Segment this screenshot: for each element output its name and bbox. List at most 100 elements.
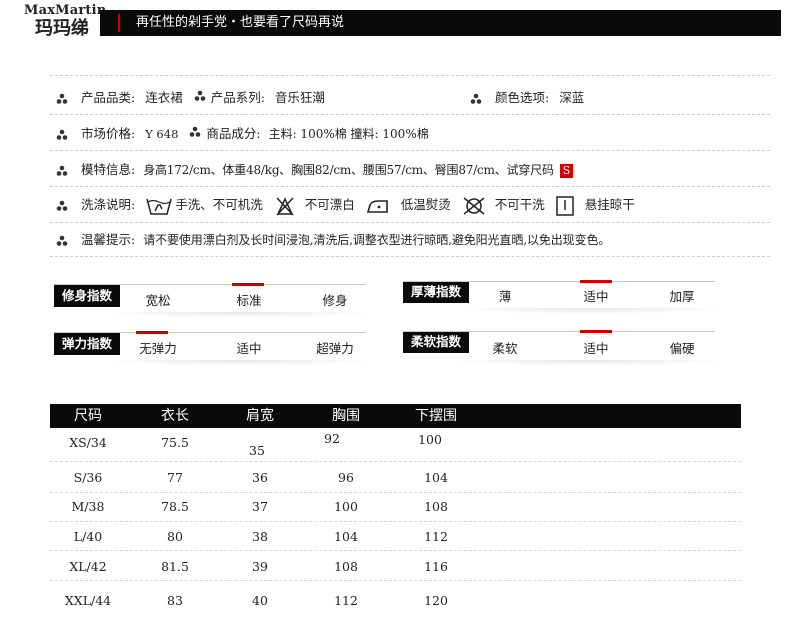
table-row-divider xyxy=(50,521,741,522)
divider xyxy=(50,256,770,257)
no-machine-wash-icon xyxy=(273,195,297,217)
thickness-index-marker xyxy=(580,280,612,283)
table-cell: L/40 xyxy=(73,529,103,544)
softness-index-label: 柔软指数 xyxy=(403,331,470,353)
table-cell: 112 xyxy=(334,593,358,608)
thickness-option-thick: 加厚 xyxy=(669,289,695,304)
table-cell: 39 xyxy=(252,559,268,574)
composition-label: 商品成分: xyxy=(206,126,261,141)
table-cell: 116 xyxy=(424,559,448,574)
wash-item-low-iron: 低温熨烫 xyxy=(400,197,451,212)
fit-index-label: 修身指数 xyxy=(54,285,121,307)
fit-option-standard: 标准 xyxy=(236,293,262,308)
fit-index-marker xyxy=(232,283,264,286)
col-size: 尺码 xyxy=(74,408,102,424)
series-label: 产品系列: xyxy=(210,90,265,105)
composition-value: 主料: 100%棉 撞料: 100%棉 xyxy=(268,127,429,141)
thickness-index-line xyxy=(403,281,715,282)
softness-option-stiff: 偏硬 xyxy=(669,341,695,356)
table-cell: 104 xyxy=(334,529,358,544)
model-size-badge: S xyxy=(559,163,574,178)
category-label: 产品品类: xyxy=(80,90,136,105)
clover-icon xyxy=(55,128,69,142)
table-cell: 92 xyxy=(324,431,340,446)
softness-shadow xyxy=(450,360,730,366)
table-cell: 75.5 xyxy=(161,435,189,450)
stretch-option-none: 无弹力 xyxy=(139,341,177,356)
tips-value: 请不要使用漂白剂及长时间浸泡,清洗后,调整衣型进行晾晒,避免阳光直晒,以免出现变… xyxy=(143,233,611,247)
fit-shadow xyxy=(100,312,380,318)
info-row-tips: 温馨提示: 请不要使用漂白剂及长时间浸泡,清洗后,调整衣型进行晾晒,避免阳光直晒… xyxy=(55,230,610,250)
color-value: 深蓝 xyxy=(559,90,585,105)
info-row-model: 模特信息: 身高172/cm、体重48/kg、胸围82/cm、腰围57/cm、臀… xyxy=(55,160,574,180)
col-shoulder: 肩宽 xyxy=(246,408,274,424)
hang-dry-icon xyxy=(555,195,575,217)
softness-index-line xyxy=(403,331,715,332)
table-row-divider xyxy=(50,580,741,581)
table-cell: 96 xyxy=(338,470,354,485)
brand-name-cn: 玛玛绨 xyxy=(35,18,89,39)
stretch-index-marker xyxy=(136,331,168,334)
info-row-price: 市场价格: Y 648 商品成分: 主料: 100%棉 撞料: 100%棉 xyxy=(55,124,429,144)
wash-item-hand: 手洗、不可机洗 xyxy=(175,197,263,212)
clover-icon xyxy=(188,125,202,145)
wash-item-no-dry-clean: 不可干洗 xyxy=(494,197,545,212)
table-row-divider xyxy=(50,550,741,551)
table-cell: 100 xyxy=(334,499,358,514)
fit-option-loose: 宽松 xyxy=(145,293,171,308)
table-cell: 108 xyxy=(424,499,448,514)
info-row-wash: 洗涤说明: 手洗、不可机洗 不可漂白 低温熨烫 不可干洗 悬挂晾干 xyxy=(55,194,635,216)
divider xyxy=(50,75,770,76)
table-cell: 81.5 xyxy=(161,559,189,574)
table-cell: 78.5 xyxy=(161,499,189,514)
col-bust: 胸围 xyxy=(332,408,360,424)
divider xyxy=(50,186,770,187)
table-cell: 38 xyxy=(252,529,268,544)
color-label: 颜色选项: xyxy=(494,90,550,105)
thickness-option-thin: 薄 xyxy=(498,289,512,304)
clover-icon xyxy=(55,164,69,178)
col-length: 衣长 xyxy=(161,408,189,424)
clover-icon xyxy=(193,89,207,109)
model-value: 身高172/cm、体重48/kg、胸围82/cm、腰围57/cm、臀围87/cm… xyxy=(143,163,554,177)
table-cell: 120 xyxy=(424,593,448,608)
clover-icon xyxy=(55,92,69,106)
slogan-bar: 再任性的剁手党・也要看了尺码再说 xyxy=(100,10,781,36)
brand-name-en: MaxMartin xyxy=(24,3,107,18)
table-cell: 100 xyxy=(418,432,442,447)
table-cell: XXL/44 xyxy=(64,593,112,608)
wash-label: 洗涤说明: xyxy=(80,197,136,212)
thickness-index-label: 厚薄指数 xyxy=(403,281,470,303)
stretch-option-super: 超弹力 xyxy=(316,341,354,356)
table-row-divider xyxy=(50,492,741,493)
stretch-option-medium: 适中 xyxy=(236,341,262,356)
price-label: 市场价格: xyxy=(80,126,136,141)
clover-icon xyxy=(55,199,69,213)
divider xyxy=(50,222,770,223)
divider xyxy=(50,150,770,151)
table-cell: 36 xyxy=(252,470,268,485)
table-cell: 80 xyxy=(167,529,183,544)
category-value: 连衣裙 xyxy=(145,90,183,105)
slogan-accent xyxy=(118,14,120,32)
table-cell: S/36 xyxy=(73,470,103,485)
table-row-divider xyxy=(50,461,741,462)
price-value: Y 648 xyxy=(145,127,179,141)
softness-index-marker xyxy=(580,330,612,333)
wash-item-no-bleach: 不可漂白 xyxy=(304,197,355,212)
table-cell: M/38 xyxy=(71,499,105,514)
table-cell: XL/42 xyxy=(69,559,107,574)
stretch-shadow xyxy=(100,360,380,366)
fit-index-line xyxy=(54,284,366,285)
wash-item-hang-dry: 悬挂晾干 xyxy=(584,197,635,212)
col-hem: 下摆围 xyxy=(415,408,457,424)
divider xyxy=(50,114,770,115)
table-cell: XS/34 xyxy=(69,435,107,450)
info-row-color: 颜色选项: 深蓝 xyxy=(469,88,584,108)
table-cell: 77 xyxy=(167,470,183,485)
table-cell: 83 xyxy=(167,593,183,608)
table-cell: 37 xyxy=(252,499,268,514)
fit-option-slim: 修身 xyxy=(322,293,348,308)
softness-option-medium: 适中 xyxy=(583,341,609,356)
no-dry-clean-icon xyxy=(461,195,487,217)
